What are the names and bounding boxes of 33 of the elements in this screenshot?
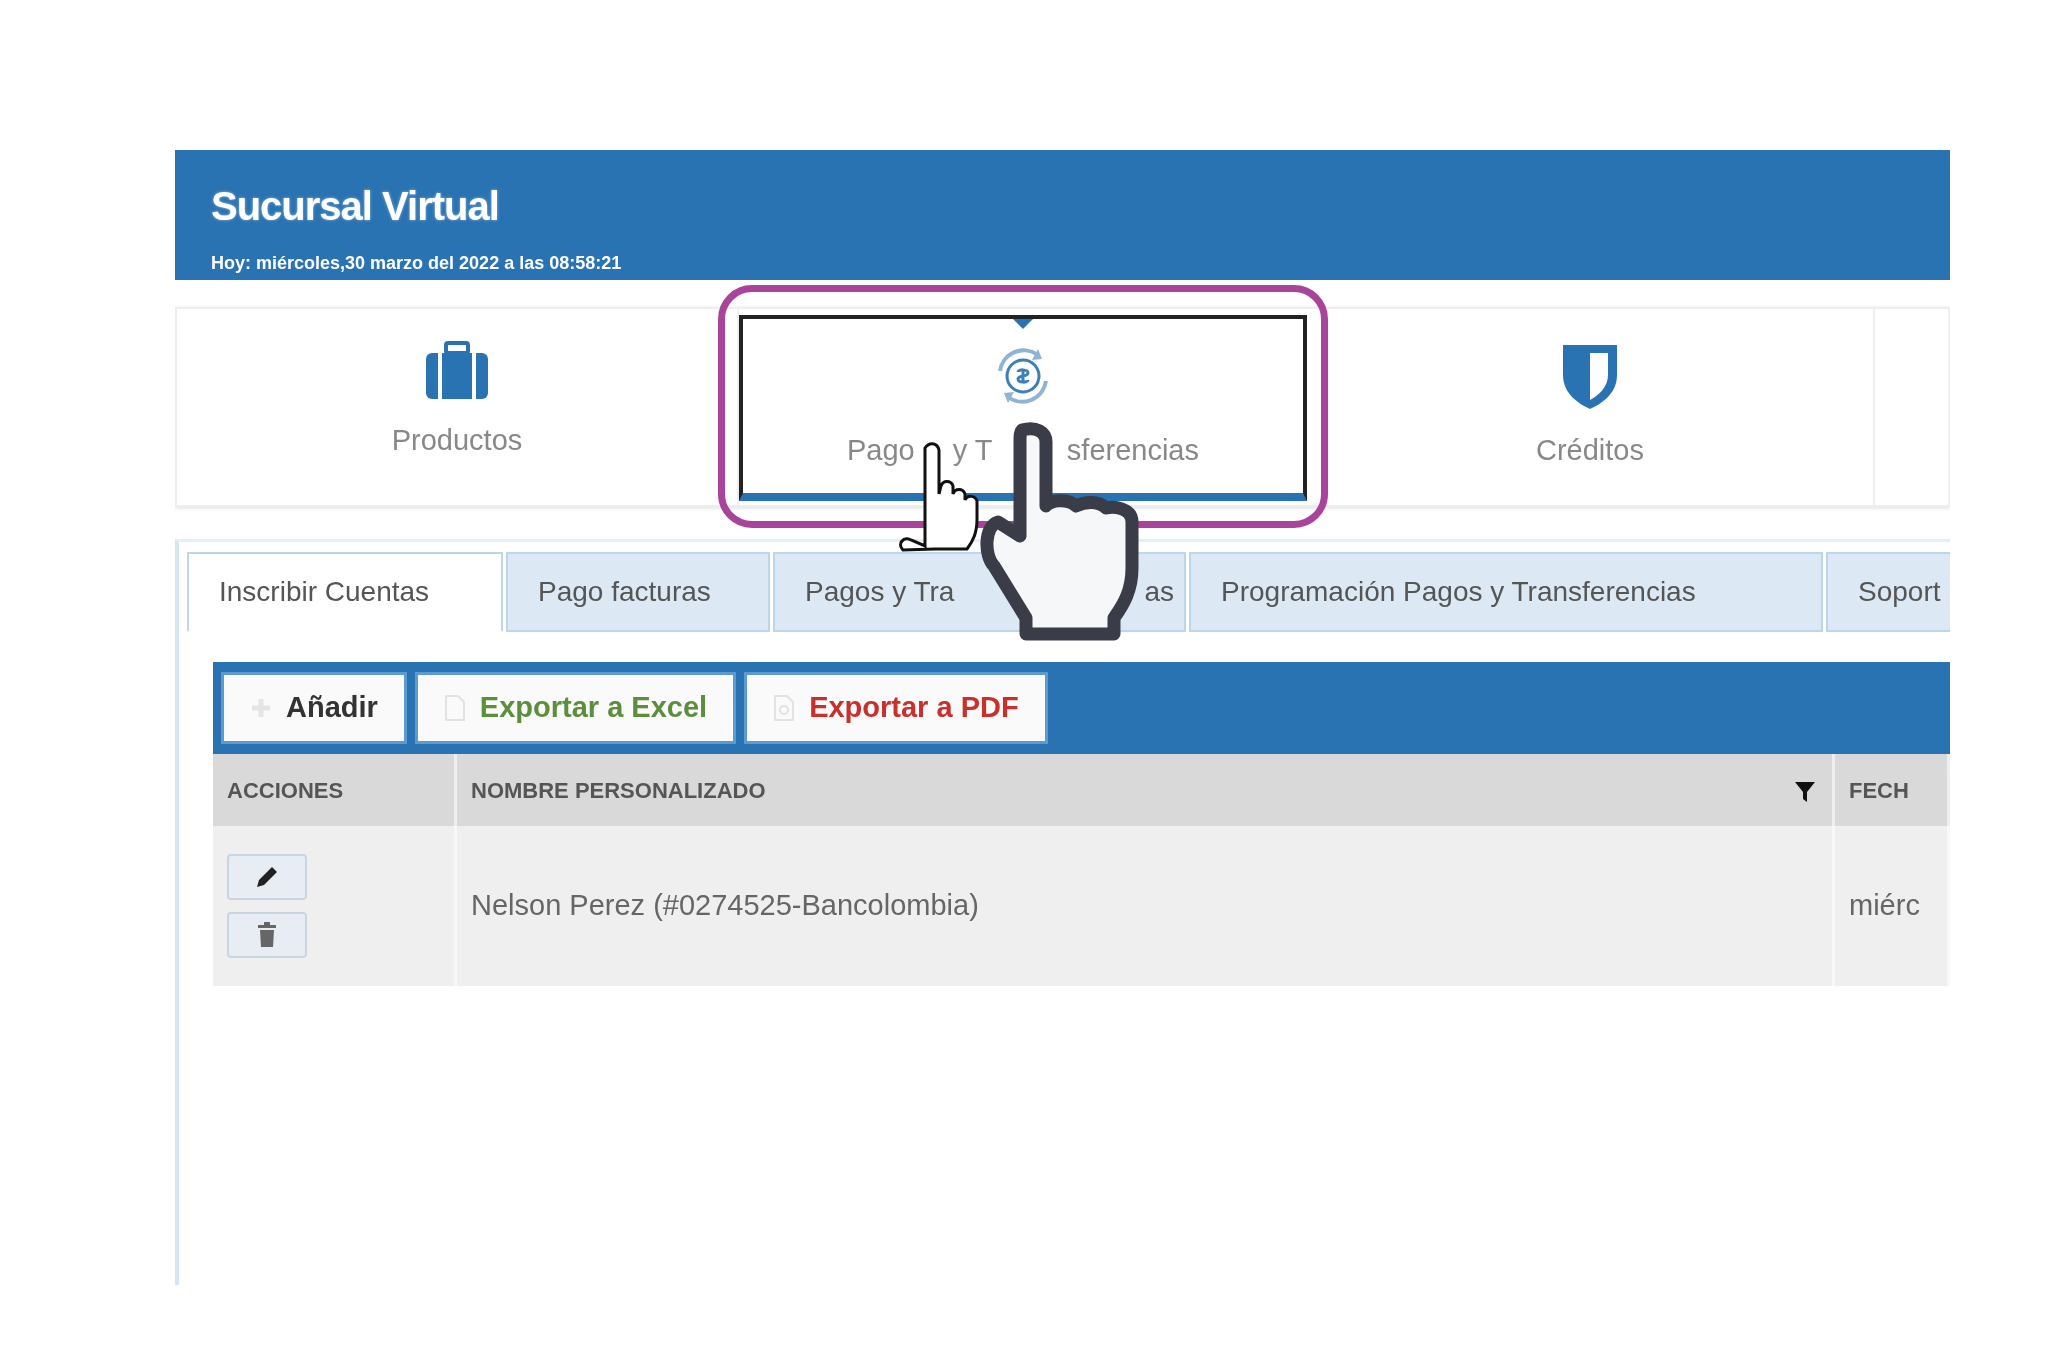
delete-button[interactable] bbox=[227, 912, 307, 958]
tab-label: Inscribir Cuentas bbox=[219, 575, 430, 609]
tab[interactable]: Pago facturas bbox=[506, 552, 770, 632]
tab-label: Programación Pagos y Transferencias bbox=[1221, 575, 1696, 609]
menu-tile[interactable]: Créditos bbox=[1307, 309, 1875, 505]
export-button[interactable]: Exportar a Excel bbox=[414, 672, 737, 744]
trash-icon bbox=[257, 922, 277, 948]
tile-label: Pago bbox=[847, 433, 915, 468]
tab[interactable]: Inscribir Cuentas bbox=[187, 552, 503, 632]
document-icon bbox=[773, 694, 796, 722]
export-button[interactable]: Exportar a PDF bbox=[744, 672, 1048, 744]
edit-button[interactable] bbox=[227, 854, 307, 900]
briefcase-icon bbox=[424, 341, 490, 401]
page-title: Sucursal Virtual bbox=[211, 183, 499, 230]
filter-icon[interactable] bbox=[1794, 779, 1816, 804]
tile-label: Productos bbox=[391, 423, 523, 458]
date-text: Hoy: miércoles,30 marzo del 2022 a las 08:58:21 bbox=[211, 252, 622, 275]
table-cell: Nelson Perez (#0274525-Bancolombia) bbox=[457, 826, 1835, 986]
table-cell: miérc bbox=[1835, 826, 1950, 986]
tab-label: as bbox=[1144, 575, 1174, 609]
tile-label: Créditos bbox=[1536, 433, 1644, 468]
tab[interactable]: Soport bbox=[1826, 552, 1950, 632]
tab-label: Pago facturas bbox=[538, 575, 711, 609]
tile-label: y T bbox=[952, 433, 993, 468]
tab[interactable]: Programación Pagos y Transferencias bbox=[1189, 552, 1823, 632]
tab-label: Pagos y Tra bbox=[805, 575, 955, 609]
tab-label: Soport bbox=[1858, 575, 1941, 609]
pencil-icon bbox=[254, 864, 280, 890]
menu-tile[interactable]: Productos bbox=[177, 309, 739, 505]
tile-label: sferencias bbox=[1066, 433, 1199, 468]
add-button[interactable]: Añadir bbox=[221, 672, 407, 744]
pointer-triangle bbox=[1013, 319, 1033, 329]
document-icon bbox=[443, 694, 466, 722]
